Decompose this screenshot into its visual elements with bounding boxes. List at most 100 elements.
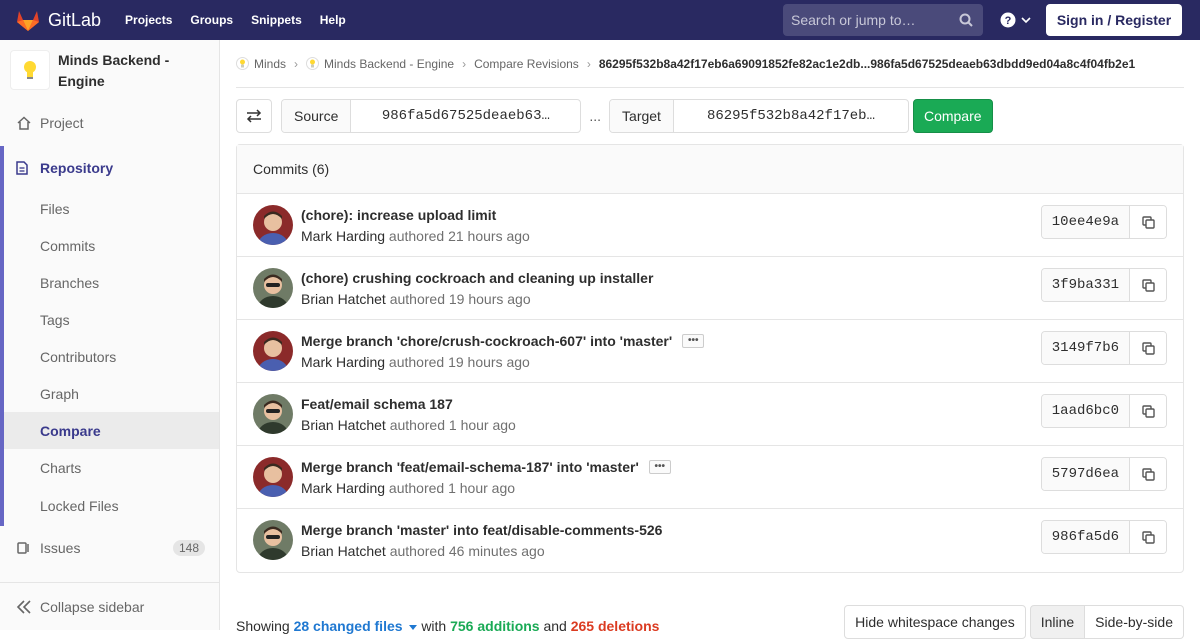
commit-author[interactable]: Brian Hatchet [301, 291, 386, 307]
nav-groups[interactable]: Groups [190, 13, 233, 27]
nav-projects[interactable]: Projects [125, 13, 172, 27]
avatar[interactable] [253, 520, 293, 560]
breadcrumb-item-compare[interactable]: Compare Revisions [474, 57, 579, 71]
commit-sha-link[interactable]: 3f9ba331 [1041, 269, 1130, 301]
user-avatar-image [253, 394, 293, 434]
inline-view-button[interactable]: Inline [1029, 605, 1086, 639]
avatar[interactable] [253, 457, 293, 497]
commit-title-link[interactable]: (chore): increase upload limit [301, 207, 496, 223]
source-label: Source [282, 100, 352, 132]
expand-description-button[interactable]: ••• [682, 334, 705, 348]
commit-meta: Brian Hatchet authored 19 hours ago [301, 291, 531, 307]
commit-author[interactable]: Mark Harding [301, 354, 385, 370]
commit-meta: Mark Harding authored 19 hours ago [301, 354, 530, 370]
avatar[interactable] [253, 331, 293, 371]
sidebar-item-repository[interactable]: Repository [4, 146, 219, 190]
copy-icon [1141, 215, 1155, 229]
sidebar-item-charts[interactable]: Charts [4, 449, 219, 486]
target-label: Target [610, 100, 674, 132]
gitlab-logo-link[interactable]: GitLab [16, 9, 101, 31]
commit-authored-label: authored [388, 354, 445, 370]
issues-count-badge: 148 [172, 540, 205, 556]
copy-icon [1141, 530, 1155, 544]
summary-and: and [543, 618, 567, 634]
sidebar-item-locked-files[interactable]: Locked Files [4, 486, 219, 526]
search-box[interactable] [783, 4, 983, 36]
sidebar-item-issues[interactable]: Issues 148 [0, 526, 219, 570]
avatar[interactable] [253, 268, 293, 308]
commit-sha-link[interactable]: 5797d6ea [1041, 458, 1130, 490]
copy-sha-button[interactable] [1130, 521, 1166, 553]
changed-files-dropdown[interactable]: 28 changed files [294, 618, 418, 634]
breadcrumb-item-minds[interactable]: Minds [236, 57, 286, 71]
user-avatar-image [253, 457, 293, 497]
sidebar-item-graph[interactable]: Graph [4, 375, 219, 412]
commit-title-link[interactable]: Merge branch 'master' into feat/disable-… [301, 522, 662, 538]
copy-sha-button[interactable] [1130, 332, 1166, 364]
sidebar-item-contributors[interactable]: Contributors [4, 338, 219, 375]
user-avatar-image [253, 205, 293, 245]
commit-author[interactable]: Brian Hatchet [301, 417, 386, 433]
sidebar-item-branches[interactable]: Branches [4, 264, 219, 301]
commit-sha-link[interactable]: 986fa5d6 [1041, 521, 1130, 553]
project-header[interactable]: Minds Backend - Engine [0, 40, 219, 104]
sidebar-item-tags[interactable]: Tags [4, 301, 219, 338]
lightbulb-icon [24, 61, 36, 79]
compare-form: Source 986fa5d67525deaeb63… ... Target 8… [236, 99, 993, 133]
user-avatar-image [253, 268, 293, 308]
side-by-side-view-button[interactable]: Side-by-side [1085, 605, 1184, 639]
swap-revisions-button[interactable] [236, 99, 272, 133]
avatar[interactable] [253, 394, 293, 434]
hide-whitespace-button[interactable]: Hide whitespace changes [844, 605, 1026, 639]
commit-sha-link[interactable]: 3149f7b6 [1041, 332, 1130, 364]
additions-count: 756 additions [450, 618, 540, 634]
compare-button[interactable]: Compare [912, 99, 993, 133]
breadcrumb-current[interactable]: 86295f532b8a42f17eb6a69091852fe82ac1e2db… [599, 57, 1135, 71]
sign-in-button[interactable]: Sign in / Register [1046, 4, 1182, 36]
sidebar-item-compare[interactable]: Compare [4, 412, 219, 449]
commit-author[interactable]: Mark Harding [301, 228, 385, 244]
copy-sha-button[interactable] [1130, 395, 1166, 427]
commit-title-link[interactable]: Feat/email schema 187 [301, 396, 453, 412]
commit-sha-link[interactable]: 1aad6bc0 [1041, 395, 1130, 427]
deletions-count: 265 deletions [570, 618, 660, 634]
nav-snippets[interactable]: Snippets [251, 13, 302, 27]
commit-title-link[interactable]: Merge branch 'feat/email-schema-187' int… [301, 459, 639, 475]
sidebar-item-project[interactable]: Project [0, 104, 219, 141]
copy-sha-button[interactable] [1130, 458, 1166, 490]
commit-authored-label: authored [389, 543, 445, 559]
help-dropdown[interactable]: ? [1000, 12, 1031, 28]
target-ref-value[interactable]: 86295f532b8a42f17eb… [674, 100, 908, 132]
source-ref-value[interactable]: 986fa5d67525deaeb63… [351, 100, 580, 132]
expand-description-button[interactable]: ••• [648, 460, 671, 474]
collapse-sidebar-button[interactable]: Collapse sidebar [0, 582, 219, 630]
commit-sha-link[interactable]: 10ee4e9a [1041, 206, 1130, 238]
nav-help[interactable]: Help [320, 13, 346, 27]
project-avatar [10, 50, 50, 90]
sidebar-item-label: Repository [40, 160, 114, 176]
commit-time: 19 hours ago [448, 291, 531, 307]
target-selector[interactable]: Target 86295f532b8a42f17eb… [609, 99, 909, 133]
sidebar-item-commits[interactable]: Commits [4, 227, 219, 264]
source-selector[interactable]: Source 986fa5d67525deaeb63… [281, 99, 582, 133]
user-avatar-image [253, 520, 293, 560]
search-input[interactable] [791, 12, 951, 28]
commit-meta: Mark Harding authored 1 hour ago [301, 480, 515, 496]
diff-view-controls: Hide whitespace changes Inline Side-by-s… [844, 605, 1184, 639]
commit-title-link[interactable]: Merge branch 'chore/crush-cockroach-607'… [301, 333, 672, 349]
commit-title-link[interactable]: (chore) crushing cockroach and cleaning … [301, 270, 653, 286]
commit-title: Feat/email schema 187 [301, 396, 453, 412]
breadcrumb-item-project[interactable]: Minds Backend - Engine [306, 57, 454, 71]
copy-sha-button[interactable] [1130, 206, 1166, 238]
breadcrumb-label: Minds [254, 56, 287, 71]
commit-author[interactable]: Mark Harding [301, 480, 385, 496]
copy-sha-button[interactable] [1130, 269, 1166, 301]
avatar[interactable] [253, 205, 293, 245]
summary-with: with [421, 618, 447, 634]
copy-icon [1141, 467, 1155, 481]
sidebar-item-files[interactable]: Files [4, 190, 219, 227]
commit-author[interactable]: Brian Hatchet [301, 543, 386, 559]
commit-meta: Brian Hatchet authored 1 hour ago [301, 417, 516, 433]
commit-sha-group: 986fa5d6 [1040, 520, 1167, 554]
commits-panel: Commits (6) (chore): increase upload lim… [236, 144, 1184, 573]
